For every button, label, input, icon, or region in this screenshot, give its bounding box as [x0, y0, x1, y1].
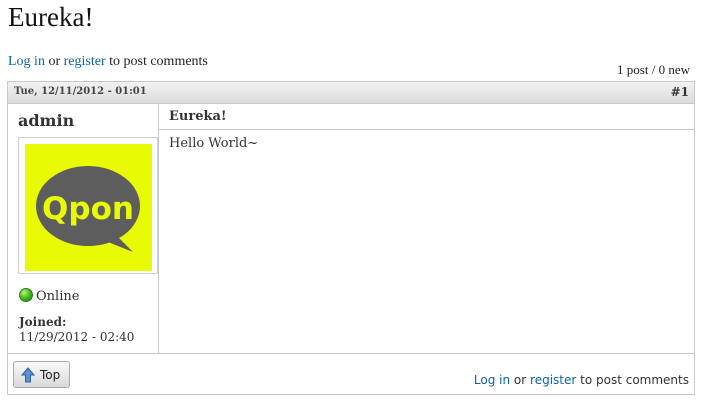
forum-post: Tue, 12/11/2012 - 01:01 #1 admin Qpon On… — [7, 81, 695, 395]
online-status-icon — [19, 288, 33, 302]
author-name[interactable]: admin — [18, 111, 74, 130]
avatar[interactable]: Qpon — [25, 144, 152, 271]
auth-notice: Log in or register to post comments — [8, 54, 208, 70]
arrow-up-icon — [21, 367, 35, 383]
footer-login-link[interactable]: Log in — [474, 373, 510, 387]
avatar-logo-text: Qpon — [42, 191, 134, 227]
joined-label: Joined: — [19, 315, 67, 329]
post-counts: 1 post / 0 new — [617, 62, 690, 77]
post-header: Tue, 12/11/2012 - 01:01 #1 — [8, 82, 694, 104]
post-permalink[interactable]: #1 — [671, 85, 689, 99]
post-comments-text: to post comments — [109, 54, 208, 69]
page-title: Eureka! — [8, 2, 94, 32]
post-footer: Top Log in or register to post comments — [8, 353, 694, 394]
footer-register-link[interactable]: register — [530, 373, 576, 387]
avatar-frame: Qpon — [18, 137, 158, 274]
post-body: Hello World~ — [169, 136, 259, 151]
post-date: Tue, 12/11/2012 - 01:01 — [14, 86, 147, 97]
post-content: Eureka! Hello World~ — [159, 104, 694, 353]
footer-post-comments-text: to post comments — [580, 373, 689, 387]
qpon-logo: Qpon — [36, 166, 140, 252]
online-status-label: Online — [36, 289, 80, 304]
online-status: Online — [19, 288, 79, 304]
register-link[interactable]: register — [64, 54, 106, 69]
top-button[interactable]: Top — [13, 361, 70, 388]
post-subject-text: Eureka! — [169, 109, 227, 124]
or-text: or — [48, 54, 61, 69]
joined-date: 11/29/2012 - 02:40 — [19, 330, 135, 344]
footer-auth-notice: Log in or register to post comments — [474, 373, 689, 387]
post-subject: Eureka! — [159, 104, 694, 130]
top-button-label: Top — [40, 368, 61, 382]
author-pane: admin Qpon Online Joined: 11/29/2012 - 0… — [8, 104, 159, 353]
login-link[interactable]: Log in — [8, 54, 45, 69]
footer-or-text: or — [513, 373, 527, 387]
